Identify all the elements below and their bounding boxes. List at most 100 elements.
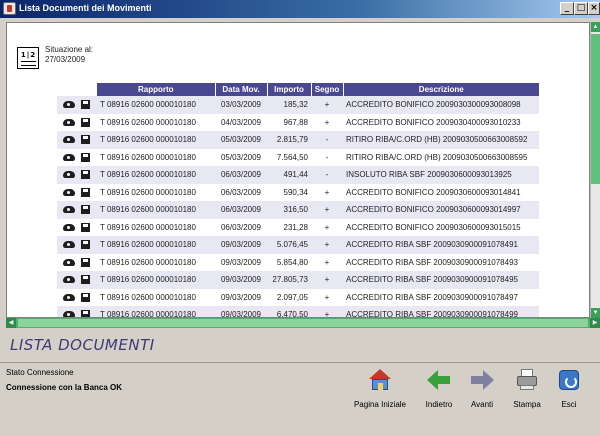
table-header-row: Rapporto Data Mov. Importo Segno Descriz… [57, 83, 539, 96]
movements-table: Rapporto Data Mov. Importo Segno Descriz… [57, 83, 539, 317]
window-title: Lista Documenti dei Movimenti [19, 3, 152, 13]
connection-status-label: Stato Connessione [6, 368, 74, 377]
row-actions [57, 183, 97, 201]
view-eye-icon[interactable] [63, 118, 75, 126]
description-cell: ACCREDITO RIBA SBF 2009030900091078495 [343, 271, 539, 289]
forward-button[interactable]: Avanti [462, 368, 502, 412]
save-disk-icon[interactable] [81, 205, 90, 215]
save-disk-icon[interactable] [81, 222, 90, 232]
home-icon [368, 368, 392, 392]
description-cell: ACCREDITO RIBA SBF 2009030900091078497 [343, 288, 539, 306]
row-actions [57, 306, 97, 317]
calendar-icon: 1|2 [17, 47, 39, 69]
header-descrizione[interactable]: Descrizione [343, 83, 539, 96]
table-row[interactable]: T 08916 02600 000010180 06/03/2009 231,28 +… [57, 218, 539, 236]
row-actions [57, 201, 97, 219]
scroll-up-icon[interactable]: ▲ [591, 22, 600, 32]
table-row[interactable]: T 08916 02600 000010180 05/03/2009 7.564,5… [57, 148, 539, 166]
save-disk-icon[interactable] [81, 187, 90, 197]
save-disk-icon[interactable] [81, 152, 90, 162]
sign-cell: + [311, 236, 343, 254]
scroll-down-icon[interactable]: ▼ [591, 308, 600, 318]
date-cell: 09/03/2009 [215, 253, 267, 271]
view-eye-icon[interactable] [63, 153, 75, 161]
description-cell: RITIRO RIBA/C.ORD (HB) 20090305006630085… [343, 131, 539, 149]
save-disk-icon[interactable] [81, 310, 90, 317]
view-eye-icon[interactable] [63, 258, 75, 266]
table-row[interactable]: T 08916 02600 000010180 06/03/2009 590,34 +… [57, 183, 539, 201]
table-row[interactable]: T 08916 02600 000010180 06/03/2009 316,50 +… [57, 201, 539, 219]
sign-cell: - [311, 166, 343, 184]
table-row[interactable]: T 08916 02600 000010180 06/03/2009 491,44-… [57, 166, 539, 184]
save-disk-icon[interactable] [81, 292, 90, 302]
date-cell: 06/03/2009 [215, 201, 267, 219]
minimize-button[interactable]: _ [560, 2, 574, 15]
exit-button[interactable]: Esci [552, 368, 586, 412]
rapporto-cell: T 08916 02600 000010180 [97, 253, 215, 271]
date-cell: 06/03/2009 [215, 166, 267, 184]
view-eye-icon[interactable] [63, 206, 75, 214]
view-eye-icon[interactable] [63, 293, 75, 301]
maximize-button[interactable]: □ [574, 2, 588, 15]
table-row[interactable]: T 08916 02600 000010180 04/03/2009 967,88 +… [57, 113, 539, 131]
date-cell: 03/03/2009 [215, 96, 267, 114]
save-disk-icon[interactable] [81, 257, 90, 267]
header-rapporto[interactable]: Rapporto [97, 83, 216, 96]
row-actions [57, 131, 97, 149]
table-row[interactable]: T 08916 02600 000010180 05/03/2009 2.815,7… [57, 131, 539, 149]
rapporto-cell: T 08916 02600 000010180 [97, 96, 215, 114]
view-eye-icon[interactable] [63, 188, 75, 196]
view-eye-icon[interactable] [63, 101, 75, 109]
print-button[interactable]: Stampa [506, 368, 548, 412]
view-eye-icon[interactable] [63, 276, 75, 284]
table-row[interactable]: T 08916 02600 000010180 09/03/2009 5.076,4… [57, 236, 539, 254]
header-icons [57, 83, 97, 96]
horizontal-scrollbar[interactable]: ◀ ▶ [6, 318, 600, 328]
description-cell: ACCREDITO RIBA SBF 2009030900091078499 [343, 306, 539, 317]
view-eye-icon[interactable] [63, 241, 75, 249]
save-disk-icon[interactable] [81, 275, 90, 285]
description-cell: ACCREDITO BONIFICO 2009030600093014997 [343, 201, 539, 219]
sign-cell: + [311, 113, 343, 131]
table-row[interactable]: T 08916 02600 000010180 09/03/2009 2.097,0… [57, 288, 539, 306]
amount-cell: 2.097,05 [267, 288, 311, 306]
view-eye-icon[interactable] [63, 171, 75, 179]
row-actions [57, 96, 97, 114]
table-row[interactable]: T 08916 02600 000010180 09/03/2009 27.805,… [57, 271, 539, 289]
save-disk-icon[interactable] [81, 170, 90, 180]
header-segno[interactable]: Segno [311, 83, 344, 96]
horizontal-scroll-thumb[interactable] [18, 319, 588, 327]
view-eye-icon[interactable] [63, 223, 75, 231]
table-row[interactable]: T 08916 02600 000010180 03/03/2009 185,32 +… [57, 96, 539, 114]
description-cell: ACCREDITO BONIFICO 2009030600093015015 [343, 218, 539, 236]
sign-cell: + [311, 183, 343, 201]
description-cell: ACCREDITO BONIFICO 2009030300093008098 [343, 96, 539, 114]
amount-cell: 2.815,79 [267, 131, 311, 149]
header-importo[interactable]: Importo [267, 83, 312, 96]
section-title: LISTA DOCUMENTI [10, 336, 155, 354]
row-actions [57, 166, 97, 184]
back-button[interactable]: Indietro [418, 368, 460, 412]
close-button[interactable]: × [588, 2, 600, 15]
save-disk-icon[interactable] [81, 240, 90, 250]
rapporto-cell: T 08916 02600 000010180 [97, 113, 215, 131]
save-disk-icon[interactable] [81, 100, 90, 110]
scroll-left-icon[interactable]: ◀ [6, 318, 16, 328]
rapporto-cell: T 08916 02600 000010180 [97, 236, 215, 254]
vertical-scrollbar[interactable]: ▲ ▼ [590, 22, 600, 318]
row-actions [57, 271, 97, 289]
description-cell: ACCREDITO RIBA SBF 2009030900091078493 [343, 253, 539, 271]
sign-cell: - [311, 131, 343, 149]
header-data-mov[interactable]: Data Mov. [215, 83, 268, 96]
save-disk-icon[interactable] [81, 135, 90, 145]
amount-cell: 5.854,80 [267, 253, 311, 271]
vertical-scroll-thumb[interactable] [591, 34, 600, 184]
table-row[interactable]: T 08916 02600 000010180 09/03/2009 5.854,8… [57, 253, 539, 271]
date-cell: 05/03/2009 [215, 131, 267, 149]
table-row[interactable]: T 08916 02600 000010180 09/03/2009 6.470,5… [57, 306, 539, 317]
amount-cell: 316,50 [267, 201, 311, 219]
view-eye-icon[interactable] [63, 136, 75, 144]
scroll-right-icon[interactable]: ▶ [590, 318, 600, 328]
save-disk-icon[interactable] [81, 117, 90, 127]
home-button[interactable]: Pagina Iniziale [350, 368, 410, 412]
